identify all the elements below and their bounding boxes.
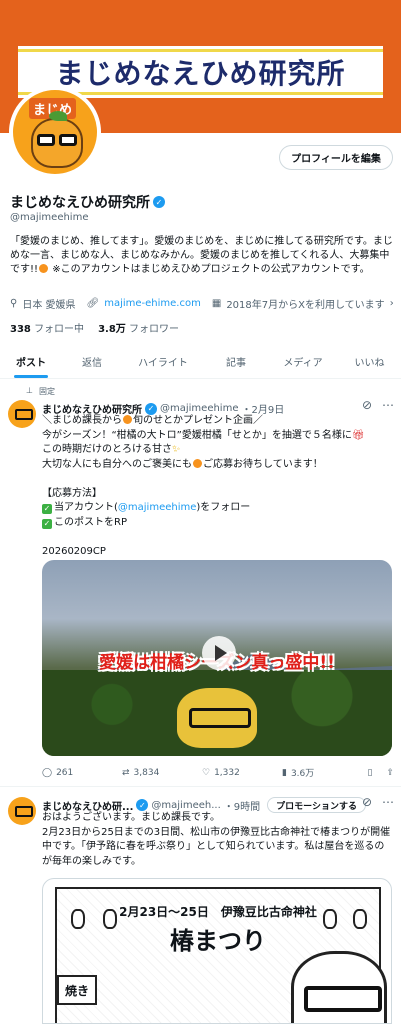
- tweet-line: 2月23日から25日までの3日間、松山市の伊豫豆比古命神社で椿まつりが開催中です…: [42, 826, 391, 867]
- orange-emoji-icon: [39, 264, 49, 273]
- tweet-text: ＼まじめ課長から 旬のせとかプレゼント企画／ 今がシーズン！“柑橘の大トロ”愛媛柑…: [42, 414, 392, 559]
- profile-location: 日本 愛媛県: [22, 300, 76, 311]
- profile-joined: 2018年7月からXを利用しています: [226, 300, 385, 311]
- verified-icon: ✓: [136, 799, 149, 811]
- tweet-line: 大切な人にも自分へのご褒美にも: [42, 458, 192, 470]
- tweet-line: ＼まじめ課長から: [42, 415, 122, 426]
- grok-icon[interactable]: ⊘: [362, 795, 372, 809]
- tab-likes[interactable]: いいね: [338, 345, 401, 378]
- reply-icon: ◯: [42, 767, 53, 778]
- bookmark-icon[interactable]: ▯: [368, 768, 373, 778]
- profile-name-row: まじめなえひめ研究所 ✓: [10, 192, 165, 212]
- grok-icon[interactable]: ⊘: [362, 398, 372, 412]
- mention-link[interactable]: @majimeehime: [118, 502, 196, 513]
- orange-emoji-icon: [123, 415, 132, 424]
- profile-bio: 「愛媛のまじめ、推してます」。愛媛のまじめを、まじめに推してる研究所です。まじめ…: [10, 235, 393, 277]
- tweet-line: おはようございます。まじめ課長です。: [42, 812, 220, 823]
- following-count: 338: [10, 324, 31, 335]
- mascot-illustration: [291, 951, 387, 1023]
- reply-button[interactable]: ◯ 261: [42, 768, 122, 778]
- profile-avatar[interactable]: まじめ: [9, 86, 101, 178]
- edit-profile-button[interactable]: プロフィールを編集: [279, 145, 393, 170]
- tab-posts[interactable]: ポスト: [0, 345, 62, 378]
- followers-link[interactable]: 3.8万 フォロワー: [98, 320, 179, 335]
- following-link[interactable]: 338 フォロー中: [10, 320, 84, 335]
- verified-icon: ✓: [145, 402, 157, 415]
- step-text: 当アカウント(: [54, 502, 118, 513]
- profile-website[interactable]: majime-ehime.com: [104, 298, 201, 309]
- tweet-avatar[interactable]: [8, 797, 36, 825]
- check-icon: ✓: [42, 518, 52, 529]
- followers-count: 3.8万: [98, 324, 126, 335]
- tweet-line: ご応募お待ちしています！: [203, 458, 323, 470]
- check-icon: ✓: [42, 504, 52, 514]
- gift-icon: 🎁︎: [351, 429, 365, 441]
- following-label: フォロー中: [34, 324, 85, 335]
- like-count: 1,332: [214, 767, 240, 778]
- mascot-illustration: [31, 111, 83, 168]
- tweet-line: この時期だけのとろける甘さ: [42, 444, 172, 455]
- chart-icon: ▮: [282, 767, 287, 778]
- repost-button[interactable]: ⇄ 3,834: [122, 768, 202, 778]
- orange-emoji-icon: [193, 458, 202, 468]
- more-icon[interactable]: ⋯: [382, 398, 394, 412]
- tweet-author-handle[interactable]: @majimeeh...: [151, 800, 220, 811]
- share-icon[interactable]: ⇪: [386, 768, 394, 778]
- tweet-video[interactable]: 愛媛は柑橘シーズン真っ盛中!!: [42, 560, 392, 756]
- step-text: )をフォロー: [196, 502, 251, 513]
- mascot-figure: [177, 688, 257, 748]
- views-button[interactable]: ▮ 3.6万: [282, 766, 342, 780]
- profile-name: まじめなえひめ研究所: [10, 195, 150, 211]
- reply-count: 261: [56, 767, 74, 778]
- tweet-actions: ◯ 261 ⇄ 3,834 ♡ 1,332 ▮ 3.6万 ▯ ⇪: [42, 766, 394, 780]
- pinned-indicator: ⊥ 固定: [26, 386, 55, 397]
- repost-count: 3,834: [133, 767, 160, 778]
- divider: [0, 786, 401, 787]
- tab-highlights[interactable]: ハイライト: [122, 345, 204, 378]
- tweet-avatar[interactable]: [8, 400, 36, 428]
- profile-meta: ⚲ 日本 愛媛県 🔗︎ majime-ehime.com ▦ 2018年7月から…: [10, 296, 395, 311]
- heart-icon: ♡: [202, 767, 211, 778]
- pin-icon: ⊥: [26, 386, 33, 395]
- pinned-label: 固定: [38, 387, 55, 396]
- poster-stall-sign: 焼き: [57, 975, 97, 1005]
- followers-label: フォロワー: [128, 324, 179, 335]
- tab-replies[interactable]: 返信: [62, 345, 122, 378]
- sparkle-icon: ✨︎: [172, 444, 181, 455]
- tweet-line: 今がシーズン！“柑橘の大トロ”愛媛柑橘「せとか」を抽選で５名様に: [42, 429, 352, 441]
- profile-tabs: ポスト 返信 ハイライト 記事 メディア いいね: [0, 345, 401, 379]
- tweet-author-handle[interactable]: @majimeehime: [160, 403, 238, 414]
- bio-note: ※このアカウントはまじめえひめプロジェクトの公式アカウントです。: [49, 264, 370, 275]
- campaign-code: 20260209CP: [42, 545, 106, 557]
- play-icon[interactable]: [202, 636, 236, 670]
- location-icon: ⚲: [10, 298, 18, 309]
- profile-handle: @majimeehime: [10, 212, 89, 223]
- like-button[interactable]: ♡ 1,332: [202, 768, 282, 778]
- calendar-icon: ▦: [211, 298, 222, 309]
- follow-stats: 338 フォロー中 3.8万 フォロワー: [10, 320, 179, 335]
- apply-title: 【応募方法】: [42, 487, 102, 499]
- tweet-text: おはようございます。まじめ課長です。 2月23日から25日までの3日間、松山市の…: [42, 811, 392, 869]
- tweet-image[interactable]: 2月23日～25日 伊豫豆比古命神社 椿まつり 焼き: [42, 878, 392, 1024]
- link-icon: 🔗︎: [86, 298, 100, 309]
- poster-dates: 2月23日～25日 伊豫豆比古命神社: [119, 905, 317, 919]
- tweet-line: 旬のせとかプレゼント企画／: [133, 415, 263, 426]
- repost-icon: ⇄: [122, 767, 130, 778]
- verified-icon[interactable]: ✓: [153, 196, 165, 208]
- tab-media[interactable]: メディア: [268, 345, 338, 378]
- chevron-right-icon[interactable]: ›: [390, 298, 394, 309]
- tab-articles[interactable]: 記事: [204, 345, 268, 378]
- view-count: 3.6万: [290, 769, 315, 779]
- more-icon[interactable]: ⋯: [382, 795, 394, 809]
- step-text: このポストをRP: [54, 516, 127, 528]
